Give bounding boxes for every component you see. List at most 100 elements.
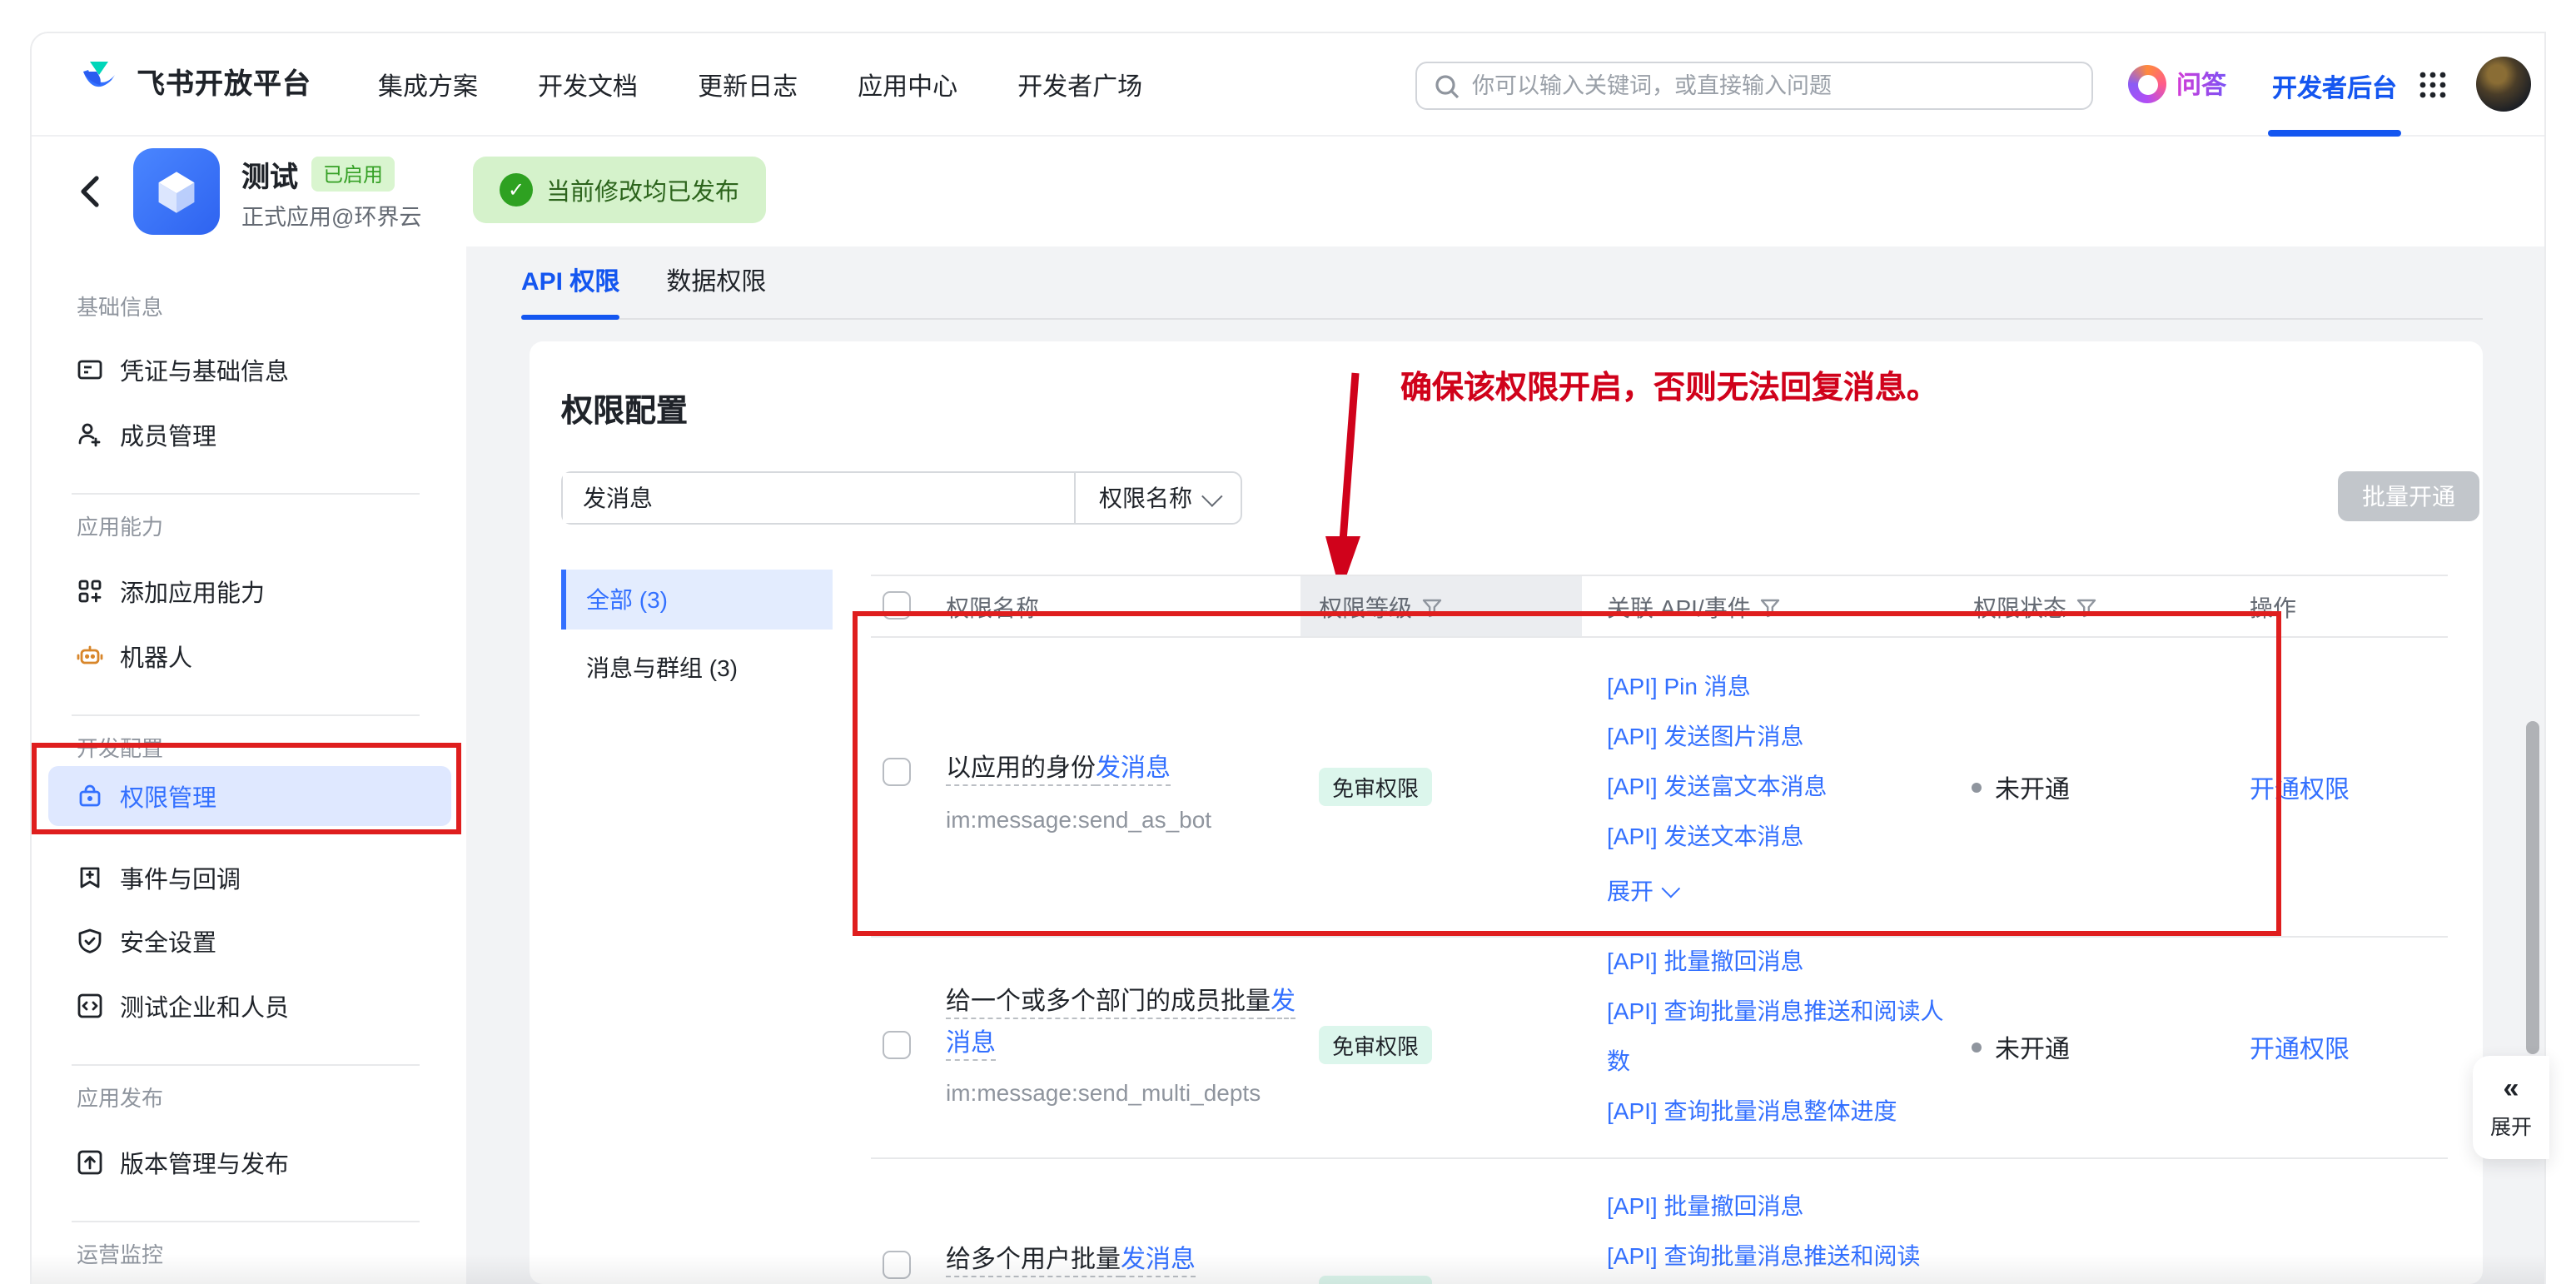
publish-status-pill: ✓ 当前修改均已发布 <box>473 157 766 223</box>
app-header: 测试 已启用 正式应用@环界云 ✓ 当前修改均已发布 <box>32 137 2544 246</box>
user-avatar[interactable] <box>2476 57 2531 112</box>
sidebar-section-capability: 应用能力 <box>77 510 163 541</box>
divider <box>72 1221 420 1222</box>
app-icon <box>133 148 220 235</box>
sidebar-item-label: 版本管理与发布 <box>120 1145 289 1180</box>
api-link[interactable]: [API] 批量撤回消息 <box>1607 1181 1960 1231</box>
scrollbar-thumb[interactable] <box>2526 721 2539 1054</box>
level-badge: 免审权限 <box>1319 1276 1432 1284</box>
category-message-group[interactable]: 消息与群组 (3) <box>561 638 833 698</box>
double-chevron-left-icon: « <box>2504 1074 2519 1102</box>
brand[interactable]: 飞书开放平台 <box>77 58 311 103</box>
sidebar-item-label: 添加应用能力 <box>120 574 265 609</box>
sidebar-item-security[interactable]: 安全设置 <box>48 911 451 971</box>
tab-data-permission[interactable]: 数据权限 <box>666 263 766 298</box>
back-icon[interactable] <box>75 173 108 210</box>
nav-link-docs[interactable]: 开发文档 <box>538 67 638 102</box>
sidebar-item-label: 凭证与基础信息 <box>120 352 289 387</box>
divider <box>72 714 420 716</box>
row-checkbox[interactable] <box>883 1031 911 1059</box>
row-checkbox[interactable] <box>883 1251 911 1279</box>
search-filter-dropdown[interactable]: 权限名称 <box>1074 473 1241 523</box>
developer-console-link[interactable]: 开发者后台 <box>2268 70 2401 105</box>
add-capability-icon <box>77 578 103 605</box>
active-nav-underline <box>2268 130 2401 137</box>
app-name: 测试 <box>241 153 298 195</box>
api-link[interactable]: [API] 查询批量消息整体进度 <box>1607 1086 1960 1136</box>
annotation-arrow <box>1304 365 1404 606</box>
enable-permission-link[interactable]: 开通权限 <box>2250 1031 2350 1066</box>
nav-links: 集成方案 开发文档 更新日志 应用中心 开发者广场 <box>378 33 1142 137</box>
api-link[interactable]: [API] 查询批量消息推送和阅读 <box>1607 1231 1960 1281</box>
qa-entry[interactable]: 问答 <box>2128 65 2226 103</box>
search-filter-label: 权限名称 <box>1099 481 1192 515</box>
panel-title: 权限配置 <box>561 386 688 431</box>
row-divider <box>871 1157 2448 1159</box>
sidebar-section-basic: 基础信息 <box>77 290 163 321</box>
search-icon <box>1434 72 1460 99</box>
annotation-text: 确保该权限开启，否则无法回复消息。 <box>1400 363 1938 408</box>
sidebar-item-label: 安全设置 <box>120 923 216 958</box>
status-text: 未开通 <box>1995 1031 2070 1066</box>
event-callback-icon <box>77 864 103 891</box>
permission-name[interactable]: 给一个或多个部门的成员批量发消息 <box>946 981 1309 1064</box>
global-search-input[interactable] <box>1472 73 2075 98</box>
sidebar-item-label: 事件与回调 <box>120 860 241 895</box>
permission-config-card: 权限配置 确保该权限开启，否则无法回复消息。 权限名称 批量开通 全部 (3) … <box>530 341 2483 1284</box>
table-header-top-line <box>871 575 2448 576</box>
status-dot <box>1972 1043 1982 1053</box>
permission-name[interactable]: 给多个用户批量发消息 <box>946 1242 1196 1279</box>
sidebar-item-bot[interactable]: 机器人 <box>48 626 451 686</box>
active-tab-underline <box>521 315 619 320</box>
publish-icon <box>77 1149 103 1176</box>
publish-status-text: 当前修改均已发布 <box>546 172 739 207</box>
permission-search-input[interactable] <box>563 473 1074 523</box>
top-navbar: 飞书开放平台 集成方案 开发文档 更新日志 应用中心 开发者广场 问答 开发者后… <box>32 33 2544 137</box>
qa-ring-icon <box>2128 65 2166 103</box>
cube-icon <box>152 167 201 216</box>
sidebar-item-members[interactable]: 成员管理 <box>48 405 451 465</box>
sidebar-item-credentials[interactable]: 凭证与基础信息 <box>48 340 451 400</box>
tab-hairline <box>521 318 2483 320</box>
code-icon <box>77 993 103 1019</box>
divider <box>72 493 420 495</box>
divider <box>72 1064 420 1066</box>
nav-link-changelog[interactable]: 更新日志 <box>698 67 798 102</box>
permission-code: im:message:send_multi_depts <box>946 1079 1309 1106</box>
sidebar-item-events[interactable]: 事件与回调 <box>48 848 451 908</box>
expand-panel-label: 展开 <box>2490 1109 2532 1141</box>
global-search-box[interactable] <box>1415 62 2093 110</box>
qa-label: 问答 <box>2176 67 2226 102</box>
sidebar-item-label: 测试企业和人员 <box>120 988 289 1023</box>
nav-link-appcenter[interactable]: 应用中心 <box>858 67 957 102</box>
annotation-rect-row <box>853 611 2281 936</box>
expand-panel-button[interactable]: « 展开 <box>2473 1056 2549 1159</box>
sidebar-item-add-capability[interactable]: 添加应用能力 <box>48 561 451 621</box>
enabled-badge: 已启用 <box>311 157 395 192</box>
sidebar-item-test-org[interactable]: 测试企业和人员 <box>48 976 451 1036</box>
app-window: 飞书开放平台 集成方案 开发文档 更新日志 应用中心 开发者广场 问答 开发者后… <box>32 33 2544 1284</box>
level-badge: 免审权限 <box>1319 1026 1432 1064</box>
tabs: API 权限 数据权限 <box>521 263 766 298</box>
id-card-icon <box>77 356 103 383</box>
brand-name: 飞书开放平台 <box>137 60 311 102</box>
bulk-enable-button[interactable]: 批量开通 <box>2338 471 2479 521</box>
nav-link-integration[interactable]: 集成方案 <box>378 67 478 102</box>
api-link[interactable]: [API] 批量撤回消息 <box>1607 936 1960 986</box>
shield-check-icon <box>77 928 103 954</box>
annotation-rect-sidebar <box>32 743 461 834</box>
page: 飞书开放平台 集成方案 开发文档 更新日志 应用中心 开发者广场 问答 开发者后… <box>0 0 2576 1284</box>
category-all[interactable]: 全部 (3) <box>561 570 833 630</box>
sidebar-section-release: 应用发布 <box>77 1081 163 1112</box>
tab-api-permission[interactable]: API 权限 <box>521 263 619 298</box>
sidebar-item-label: 机器人 <box>120 639 192 674</box>
sidebar-item-label: 成员管理 <box>120 417 216 452</box>
api-link[interactable]: [API] 查询批量消息推送和阅读人数 <box>1607 986 1960 1086</box>
robot-icon <box>77 643 103 669</box>
sidebar-item-version-release[interactable]: 版本管理与发布 <box>48 1132 451 1192</box>
app-grid-icon[interactable] <box>2418 70 2448 100</box>
check-circle-icon: ✓ <box>500 173 533 207</box>
nav-link-devplaza[interactable]: 开发者广场 <box>1017 67 1142 102</box>
app-subtitle: 正式应用@环界云 <box>241 198 421 231</box>
sidebar-section-monitor: 运营监控 <box>77 1237 163 1269</box>
